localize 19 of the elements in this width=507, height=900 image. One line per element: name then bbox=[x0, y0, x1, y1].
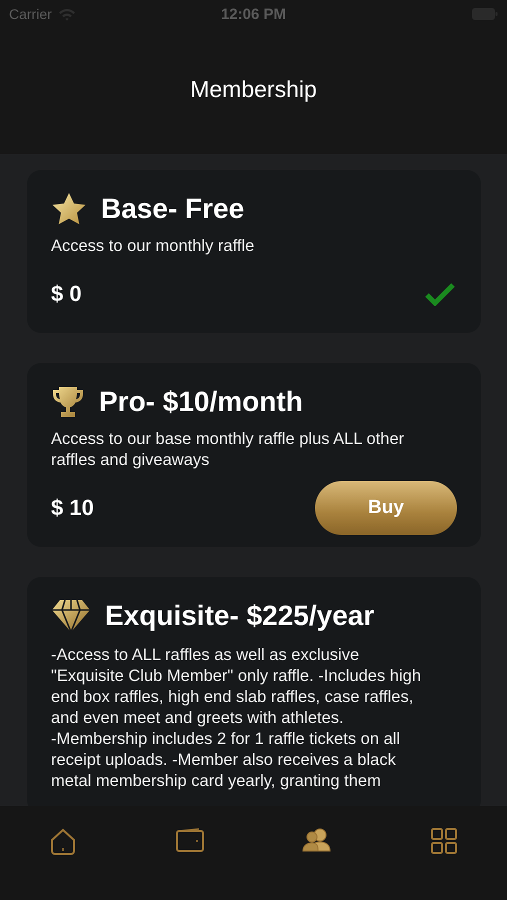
people-icon[interactable] bbox=[302, 828, 332, 852]
grid-icon[interactable] bbox=[430, 828, 457, 854]
diamond-icon bbox=[51, 599, 91, 633]
plan-description: -Access to ALL raffles as well as exclusive "Exquisite Club Member" only raffle. -Includes high end box raffles, high end slab raffles, case raffles, and even meet and greets with athletes. -Membership includes 2 for 1 raffle tickets on all receipt uploads. -Member also receives a black metal membership card yearly, granting them bbox=[51, 645, 422, 792]
plan-price: $ 0 bbox=[51, 281, 82, 307]
plan-title: Base- Free bbox=[101, 193, 244, 225]
plan-description: Access to our monthly raffle bbox=[51, 236, 256, 257]
buy-button[interactable]: Buy bbox=[315, 481, 457, 535]
wallet-icon[interactable] bbox=[176, 828, 204, 852]
plan-description: Access to our base monthly raffle plus ALL other raffles and giveaways bbox=[51, 429, 406, 471]
home-icon[interactable] bbox=[49, 828, 78, 856]
carrier-name: Carrier bbox=[9, 6, 52, 22]
page-title: Membership bbox=[190, 76, 317, 103]
status-time: 12:06 PM bbox=[220, 6, 286, 22]
plan-title: Pro- $10/month bbox=[99, 386, 303, 418]
trophy-icon bbox=[51, 385, 85, 419]
plan-title: Exquisite- $225/year bbox=[105, 600, 374, 632]
plan-price: $ 10 bbox=[51, 495, 94, 521]
star-icon bbox=[51, 192, 87, 226]
